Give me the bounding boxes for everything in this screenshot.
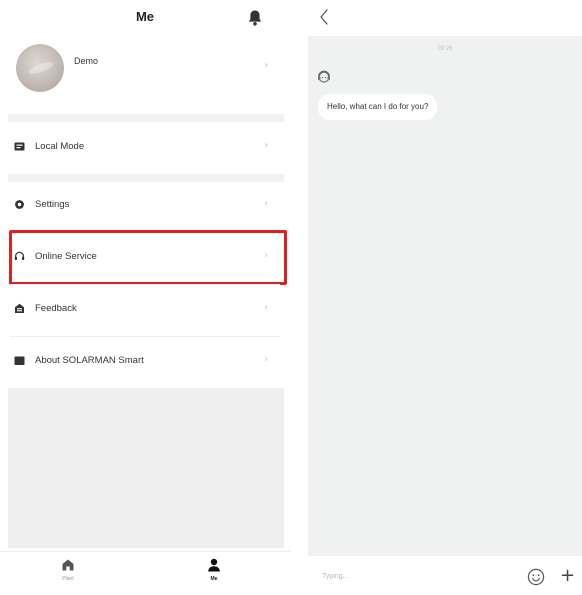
menu-item-settings[interactable]: Settings › [0,180,290,232]
menu-item-about[interactable]: About SOLARMAN Smart › [0,336,290,388]
chevron-right-icon: › [264,140,268,151]
feedback-icon [15,303,24,313]
menu-item-label: Local Mode [35,141,85,152]
chevron-right-icon: › [264,198,268,209]
me-screen: Me Demo › Local Mode › Settings › Online… [0,0,290,595]
menu-item-label: Feedback [35,303,77,314]
chevron-right-icon: › [264,60,268,71]
header: Me [0,0,290,36]
tab-label: Plant [62,576,74,582]
chevron-right-icon: › [264,302,268,313]
tab-me[interactable]: Me [194,558,234,582]
chat-screen: 09:26 Hello, what can I do for you? Typi… [300,0,582,595]
tab-label: Me [210,576,218,582]
gear-icon [15,200,24,209]
house-icon [62,559,74,571]
message-input[interactable]: Typing... [312,565,517,589]
chat-area: 09:26 Hello, what can I do for you? [308,36,582,556]
back-icon[interactable] [318,6,330,28]
highlight-box [9,230,287,285]
avatar [16,44,64,92]
profile-name: Demo [74,56,99,66]
menu-item-local-mode[interactable]: Local Mode › [0,122,290,174]
book-icon [14,356,25,365]
tab-plant[interactable]: Plant [48,558,88,582]
person-icon [208,558,220,572]
menu-item-label: Settings [35,199,70,210]
section-gap [8,114,284,122]
emoji-icon[interactable] [527,568,545,586]
profile-row[interactable]: Demo › [0,36,290,114]
local-mode-icon [14,142,25,151]
bell-icon[interactable] [247,9,263,27]
tab-bar: Plant Me [0,551,290,595]
input-bar: Typing... + [308,560,582,595]
chevron-right-icon: › [264,354,268,365]
chat-bubble: Hello, what can I do for you? [318,94,438,120]
agent-avatar-icon [318,70,330,83]
empty-area [8,388,284,548]
menu-item-feedback[interactable]: Feedback › [0,284,290,336]
message-timestamp: 09:26 [437,46,453,52]
plus-icon[interactable]: + [560,565,575,587]
menu-item-label: About SOLARMAN Smart [35,355,144,366]
